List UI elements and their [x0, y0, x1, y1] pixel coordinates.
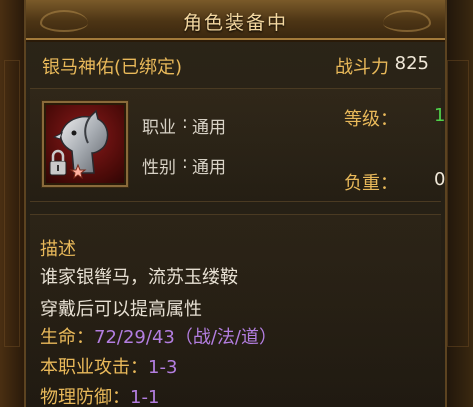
stat-label: 物理防御：	[40, 387, 130, 407]
combat-power-value: 825	[394, 53, 429, 74]
level-label: 等级：	[344, 109, 398, 130]
item-header: 银马神佑(已绑定) 战斗力 825	[42, 48, 431, 78]
gender-label: 性别	[142, 158, 176, 178]
star-icon	[69, 163, 87, 180]
item-info-section: 职业 : 通用 性别 : 通用 等级： 1 负重： 0	[30, 88, 445, 202]
tooltip-title-bar: 角色装备中	[26, 0, 445, 40]
gender-value: 通用	[192, 158, 226, 178]
flavor-line: 谁家银辔马，流苏玉缕鞍	[40, 267, 238, 288]
weight-label: 负重：	[344, 173, 398, 194]
tooltip-title: 角色装备中	[182, 12, 288, 34]
job-value: 通用	[192, 118, 226, 138]
stat-row-hp: 生命：72/29/43（战/法/道）	[40, 323, 277, 349]
job-label: 职业	[142, 118, 176, 138]
job-separator: :	[182, 113, 188, 133]
stat-value: 1-1	[130, 387, 160, 407]
background-left-panel	[0, 0, 24, 407]
gender-separator: :	[182, 153, 188, 173]
stat-value: 1-3	[148, 357, 178, 378]
stat-row-attack: 本职业攻击：1-3	[40, 353, 177, 379]
flavor-line: 穿戴后可以提高属性	[40, 299, 202, 320]
description-title: 描述	[40, 239, 76, 260]
combat-power-label: 战斗力	[335, 57, 389, 78]
weight-value: 0	[434, 169, 446, 190]
stat-value: 72/29/43（战/法/道）	[94, 327, 277, 348]
item-icon-slot[interactable]	[42, 101, 128, 187]
item-tooltip: 角色装备中 银马神佑(已绑定) 战斗力 825 职业: 通用 性别: 通用 …	[24, 0, 447, 407]
stat-row-defense: 物理防御：1-1	[40, 383, 159, 407]
stat-label: 生命：	[40, 327, 94, 348]
item-description-section: 描述 谁家银辔马，流苏玉缕鞍 穿戴后可以提高属性 生命：72/29/43（战/法…	[30, 214, 441, 407]
item-name: 银马神佑(已绑定)	[42, 57, 183, 78]
level-value: 1	[434, 105, 446, 126]
stat-label: 本职业攻击：	[40, 357, 148, 378]
background-right-panel	[443, 0, 473, 407]
game-screen: 角色装备中 银马神佑(已绑定) 战斗力 825 职业: 通用 性别: 通用 …	[0, 0, 473, 407]
